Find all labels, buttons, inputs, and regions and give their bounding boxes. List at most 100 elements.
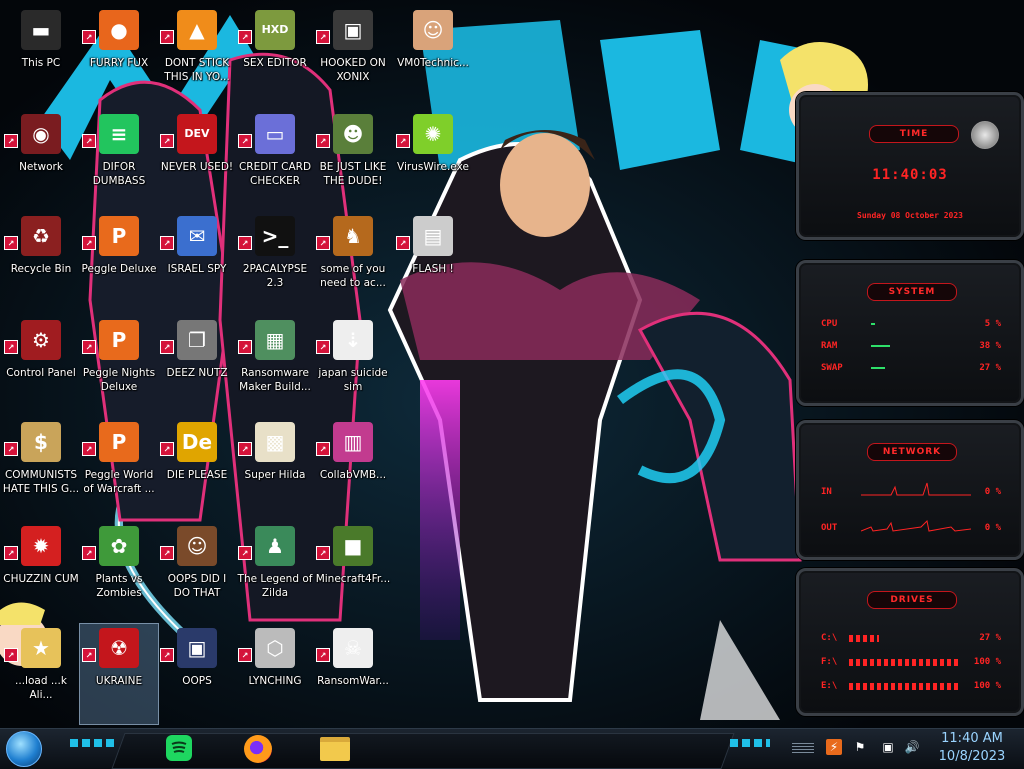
desktop-icon[interactable]: >_ ↗ 2PACALYPSE 2.3 xyxy=(236,212,314,312)
start-button[interactable] xyxy=(6,731,42,767)
icon-glyph: ☺ xyxy=(177,526,217,566)
desktop-icon-label: DIE PLEASE xyxy=(166,469,228,481)
drive-row: F:\ 100 % xyxy=(821,657,1001,667)
network-panel-title: NETWORK xyxy=(867,443,957,461)
shortcut-overlay-icon: ↗ xyxy=(316,546,330,560)
tray-app-icon[interactable]: ⚡ xyxy=(826,739,842,755)
taskbar-firefox-button[interactable] xyxy=(238,731,278,767)
desktop-icon[interactable]: ≡ ↗ DIFOR DUMBASS xyxy=(80,110,158,210)
app-icon: ▤ xyxy=(413,216,453,256)
desktop-icon[interactable]: P ↗ Peggle Nights Deluxe xyxy=(80,316,158,416)
desktop-icon[interactable]: ☺ ↗ OOPS DID I DO THAT xyxy=(158,522,236,622)
desktop-icon[interactable]: P ↗ Peggle World of Warcraft ... xyxy=(80,418,158,518)
desktop-icon[interactable]: ✿ ↗ Plants vs Zombies xyxy=(80,522,158,622)
desktop-icon[interactable]: ✹ ↗ CHUZZIN CUM xyxy=(2,522,80,622)
icon-glyph: ☻ xyxy=(333,114,373,154)
desktop-icon[interactable]: ☺ VM0Technic... xyxy=(394,6,472,106)
desktop-icon[interactable]: ▥ ↗ CollabVMB... xyxy=(314,418,392,518)
desktop-icon[interactable]: ▦ ↗ Ransomware Maker Build... xyxy=(236,316,314,416)
shortcut-overlay-icon: ↗ xyxy=(238,442,252,456)
desktop-icon[interactable]: ✉ ↗ ISRAEL SPY xyxy=(158,212,236,312)
system-row-swap: SWAP 27 % xyxy=(821,363,1001,373)
app-icon: ▩ xyxy=(255,422,295,462)
app-icon: ▬ xyxy=(21,10,61,50)
desktop-icon[interactable]: ▬ This PC xyxy=(2,6,80,106)
icon-glyph: De xyxy=(177,422,217,462)
taskbar-clock[interactable]: 11:40 AM 10/8/2023 xyxy=(932,730,1012,766)
desktop-icon-label: BE JUST LIKE THE DUDE! xyxy=(319,161,387,187)
desktop-icon[interactable]: ☢ ↗ UKRAINE xyxy=(79,623,159,725)
app-icon: DEV xyxy=(177,114,217,154)
desktop-icon[interactable]: HXD ↗ SEX EDITOR xyxy=(236,6,314,106)
desktop-icon[interactable]: P ↗ Peggle Deluxe xyxy=(80,212,158,312)
desktop-icon-label: Ransomware Maker Build... xyxy=(239,367,311,393)
icon-glyph: P xyxy=(99,422,139,462)
app-icon: ● xyxy=(99,10,139,50)
desktop-icon[interactable]: ▣ ↗ HOOKED ON XONIX xyxy=(314,6,392,106)
desktop-icon[interactable]: ⬡ ↗ LYNCHING xyxy=(236,624,314,724)
desktop-icon-label: 2PACALYPSE 2.3 xyxy=(242,263,308,289)
desktop-icon[interactable]: $ ↗ COMMUNISTS HATE THIS G... xyxy=(2,418,80,518)
taskbar-decoration xyxy=(70,739,114,747)
desktop-icon[interactable]: ☻ ↗ BE JUST LIKE THE DUDE! xyxy=(314,110,392,210)
desktop-icon-label: Super Hilda xyxy=(244,469,306,481)
desktop-icon[interactable]: ♻ ↗ Recycle Bin xyxy=(2,212,80,312)
desktop-icon[interactable]: ✺ ↗ VirusWire.exe xyxy=(394,110,472,210)
desktop-icon[interactable]: ● ↗ FURRY FUX xyxy=(80,6,158,106)
desktop-icon[interactable]: ☠ ↗ RansomWar... xyxy=(314,624,392,724)
app-icon: ✉ xyxy=(177,216,217,256)
app-icon: P xyxy=(99,320,139,360)
shortcut-overlay-icon: ↗ xyxy=(316,30,330,44)
desktop-icon[interactable]: ■ ↗ Minecraft4Fr... xyxy=(314,522,392,622)
desktop-icon[interactable]: ♞ ↗ some of you need to ac... xyxy=(314,212,392,312)
shortcut-overlay-icon: ↗ xyxy=(82,340,96,354)
shortcut-overlay-icon: ↗ xyxy=(316,648,330,662)
shortcut-overlay-icon: ↗ xyxy=(238,236,252,250)
shortcut-overlay-icon: ↗ xyxy=(160,546,174,560)
desktop-icon-label: LYNCHING xyxy=(248,675,302,687)
shortcut-overlay-icon: ↗ xyxy=(4,648,18,662)
icon-glyph: ♟ xyxy=(255,526,295,566)
gadget-date: Sunday 08 October 2023 xyxy=(857,211,963,220)
tray-action-center-icon[interactable]: ⚑ xyxy=(852,739,868,755)
desktop-icon-label: some of you need to ac... xyxy=(320,263,386,289)
app-icon: ≡ xyxy=(99,114,139,154)
app-icon: ▣ xyxy=(177,628,217,668)
desktop-icon[interactable]: ▣ ↗ OOPS xyxy=(158,624,236,724)
desktop-icon-label: DONT STICK THIS IN YO... xyxy=(164,57,230,83)
desktop-icon[interactable]: ⇣ ↗ japan suicide sim xyxy=(314,316,392,416)
tray-volume-icon[interactable]: 🔊 xyxy=(904,739,920,755)
drive-row: C:\ 27 % xyxy=(821,633,1001,643)
desktop-icon[interactable]: ★ ↗ ...load ...k Ali... xyxy=(2,624,80,724)
app-icon: ▣ xyxy=(333,10,373,50)
desktop-icon[interactable]: ▲ ↗ DONT STICK THIS IN YO... xyxy=(158,6,236,106)
desktop-icon[interactable]: ⚙ ↗ Control Panel xyxy=(2,316,80,416)
icon-glyph: ▦ xyxy=(255,320,295,360)
desktop-icon[interactable]: ❐ ↗ DEEZ NUTZ xyxy=(158,316,236,416)
desktop-icon[interactable]: ▤ ↗ FLASH ! xyxy=(394,212,472,312)
system-bar xyxy=(871,345,890,347)
icon-glyph: ♻ xyxy=(21,216,61,256)
icon-glyph: ☺ xyxy=(413,10,453,50)
desktop-icon[interactable]: ◉ ↗ Network xyxy=(2,110,80,210)
desktop-icon[interactable]: ♟ ↗ The Legend of Zilda xyxy=(236,522,314,622)
app-icon: ☻ xyxy=(333,114,373,154)
desktop-icon-label: VM0Technic... xyxy=(397,57,469,69)
system-panel: SYSTEM CPU 5 % RAM 38 % SWAP 27 % xyxy=(796,260,1024,406)
desktop-icon-label: CollabVMB... xyxy=(319,469,387,481)
desktop-icon[interactable]: De ↗ DIE PLEASE xyxy=(158,418,236,518)
icon-glyph: ▭ xyxy=(255,114,295,154)
taskbar-spotify-button[interactable] xyxy=(160,731,200,767)
desktop-icon[interactable]: ▩ ↗ Super Hilda xyxy=(236,418,314,518)
icon-glyph: ☠ xyxy=(333,628,373,668)
desktop-icon[interactable]: ▭ ↗ CREDIT CARD CHECKER xyxy=(236,110,314,210)
tray-network-icon[interactable]: ▣ xyxy=(880,739,896,755)
icon-glyph: ▣ xyxy=(177,628,217,668)
shortcut-overlay-icon: ↗ xyxy=(82,134,96,148)
icon-glyph: ● xyxy=(99,10,139,50)
time-panel: TIME 11:40:03 Sunday 08 October 2023 xyxy=(796,92,1024,240)
desktop-icon[interactable]: DEV ↗ NEVER USED! xyxy=(158,110,236,210)
taskbar-file-explorer-button[interactable] xyxy=(316,731,356,767)
desktop-icon-label: FLASH ! xyxy=(412,263,454,275)
system-row-cpu: CPU 5 % xyxy=(821,319,1001,329)
